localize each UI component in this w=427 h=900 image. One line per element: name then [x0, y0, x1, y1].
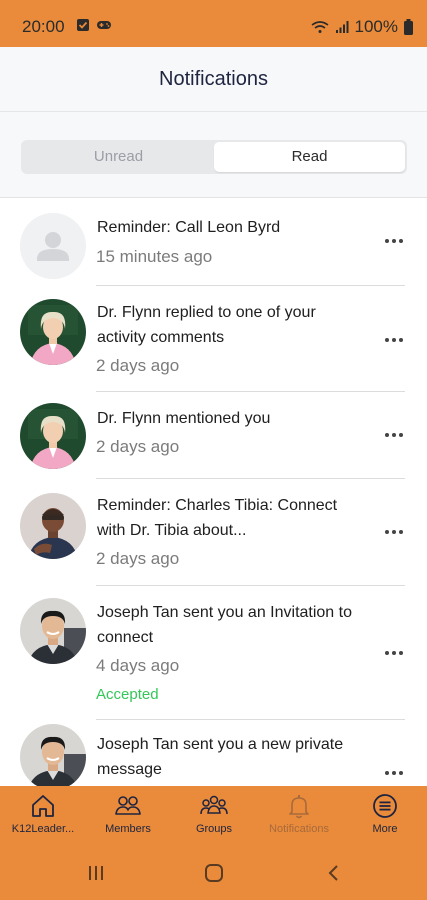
tabs-container: Unread Read	[0, 112, 427, 198]
joseph-tan-avatar	[20, 724, 86, 786]
notification-text: Joseph Tan sent you a new private messag…	[97, 736, 344, 778]
groups-icon	[200, 795, 228, 815]
nav-label: Groups	[195, 823, 233, 835]
signal-icon	[335, 21, 349, 33]
checkbox-icon	[77, 19, 89, 31]
status-time: 20:00	[22, 17, 65, 36]
notification-text: Dr. Flynn mentioned you	[97, 410, 271, 427]
nav-label: Members	[105, 823, 151, 835]
home-button-icon[interactable]	[204, 863, 224, 883]
notification-text: Reminder: Charles Tibia: Connect with Dr…	[97, 497, 338, 539]
portrait-image	[20, 403, 86, 469]
portrait-image	[20, 493, 86, 559]
notification-item[interactable]: Reminder: Call Leon Byrd 15 minutes ago	[0, 199, 427, 292]
user-placeholder-icon	[20, 213, 86, 279]
status-badge: Accepted	[96, 686, 159, 703]
notification-text: Dr. Flynn replied to one of your activit…	[97, 304, 316, 346]
app-header: Notifications	[0, 47, 427, 112]
system-nav-bar	[0, 860, 427, 900]
notification-item[interactable]: Dr. Flynn mentioned you 2 days ago	[0, 392, 427, 479]
more-options-icon[interactable]	[385, 433, 405, 439]
status-right: 100%	[311, 17, 413, 37]
status-notification-icons	[76, 18, 112, 32]
notification-time: 2 days ago	[96, 549, 180, 568]
nav-label: K12Leader...	[11, 823, 75, 835]
bell-icon	[289, 795, 309, 819]
recents-button-icon[interactable]	[86, 864, 106, 882]
more-options-icon[interactable]	[385, 530, 405, 536]
portrait-image	[20, 299, 86, 365]
dr-flynn-avatar	[20, 403, 86, 469]
more-options-icon[interactable]	[385, 771, 405, 777]
members-icon	[115, 796, 141, 815]
portrait-image	[20, 724, 86, 786]
notification-item[interactable]: Reminder: Charles Tibia: Connect with Dr…	[0, 479, 427, 586]
more-options-icon[interactable]	[385, 651, 405, 657]
nav-label: More	[372, 823, 398, 835]
notification-time: 2 days ago	[96, 356, 180, 375]
nav-item-members[interactable]: Members	[88, 792, 168, 835]
battery-percent: 100%	[354, 17, 398, 36]
notification-item[interactable]: Joseph Tan sent you a new private messag…	[0, 720, 427, 786]
notification-text: Reminder: Call Leon Byrd	[97, 219, 281, 236]
back-button-icon[interactable]	[326, 864, 340, 882]
notification-time: 2 days ago	[96, 437, 180, 456]
home-icon	[32, 795, 54, 817]
dr-flynn-avatar	[20, 299, 86, 365]
nav-item-notifications[interactable]: Notifications	[259, 792, 339, 835]
tab-read[interactable]: Read	[214, 142, 405, 172]
tab-unread[interactable]: Unread	[23, 142, 214, 172]
battery-icon	[404, 19, 413, 35]
notification-text: Joseph Tan sent you an Invitation to con…	[97, 604, 352, 646]
nav-item-more[interactable]: More	[345, 792, 425, 835]
charles-tibia-avatar	[20, 493, 86, 559]
gamepad-icon	[97, 21, 111, 29]
notification-list: Reminder: Call Leon Byrd 15 minutes ago …	[0, 199, 427, 786]
bottom-nav: K12Leader... Members Groups Notification…	[0, 786, 427, 900]
nav-item-home[interactable]: K12Leader...	[3, 792, 83, 835]
more-options-icon[interactable]	[385, 338, 405, 344]
segmented-control: Unread Read	[21, 140, 407, 174]
placeholder-avatar	[20, 213, 86, 279]
notification-item[interactable]: Dr. Flynn replied to one of your activit…	[0, 286, 427, 393]
nav-item-groups[interactable]: Groups	[174, 792, 254, 835]
notification-time: 4 days ago	[96, 656, 180, 675]
wifi-icon	[311, 21, 328, 33]
portrait-image	[20, 598, 86, 664]
page-title: Notifications	[159, 68, 268, 90]
more-options-icon[interactable]	[385, 239, 405, 245]
notification-time: 15 minutes ago	[96, 247, 213, 266]
status-bar: 20:00 100%	[0, 0, 427, 47]
notification-item[interactable]: Joseph Tan sent you an Invitation to con…	[0, 586, 427, 720]
joseph-tan-avatar	[20, 598, 86, 664]
nav-label: Notifications	[269, 823, 329, 835]
menu-icon	[373, 794, 397, 818]
